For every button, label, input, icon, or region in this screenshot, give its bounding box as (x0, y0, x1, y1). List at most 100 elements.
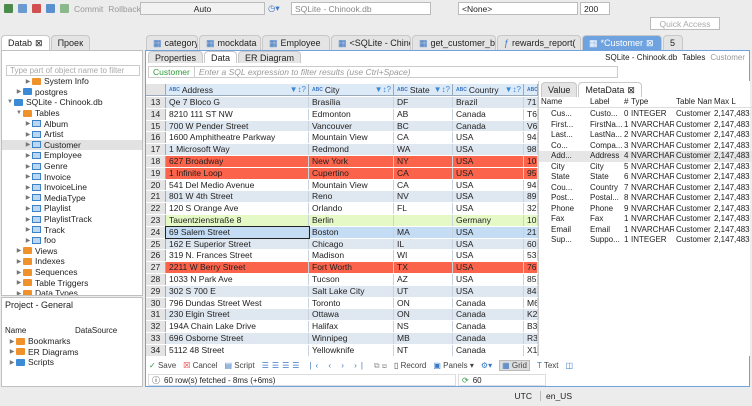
table-row[interactable]: 26 319 N. Frances Street Madison WI USA 53 (146, 250, 538, 263)
cell-postal[interactable]: M6 (524, 297, 538, 309)
editor-tab[interactable]: ƒ rewards_report( (497, 35, 581, 50)
table-row[interactable]: 22 120 S Orange Ave Orlando FL USA 32 (146, 203, 538, 215)
cell-state[interactable]: MB (394, 333, 453, 344)
cell-address[interactable]: 796 Dundas Street West (166, 297, 309, 309)
cell-country[interactable]: USA (453, 226, 524, 238)
cell-state[interactable]: WI (394, 250, 453, 262)
cell-city[interactable]: Reno (309, 191, 394, 203)
cell-address[interactable]: 541 Del Medio Avenue (166, 179, 309, 191)
metadata-row[interactable]: Last... LastNa... 2 NVARCHAR Customer 2,147,4… (539, 130, 752, 141)
collapsed-arrow-icon[interactable]: ▶ (15, 269, 23, 276)
close-icon[interactable]: ⊠ (646, 38, 654, 49)
tab-projects[interactable]: Проек (50, 35, 91, 50)
cell-state[interactable]: ON (394, 297, 453, 309)
cell-postal[interactable]: 95 (524, 167, 538, 179)
collapsed-arrow-icon[interactable]: ▶ (24, 184, 32, 191)
cell-postal[interactable]: 94 (524, 132, 538, 144)
collapsed-arrow-icon[interactable]: ▶ (24, 173, 32, 180)
cell-address[interactable]: Tauentzienstraße 8 (166, 215, 309, 226)
row-number[interactable]: 32 (146, 321, 166, 332)
tree-item[interactable]: ▶ MediaType (2, 193, 142, 204)
tree-item[interactable]: ▶ System Info (2, 76, 142, 87)
row-number[interactable]: 23 (146, 215, 166, 226)
table-row[interactable]: 20 541 Del Medio Avenue Mountain View CA USA… (146, 179, 538, 192)
collapsed-arrow-icon[interactable]: ▶ (15, 290, 23, 295)
tab-value[interactable]: Value (541, 82, 578, 97)
column-header-city[interactable]: ABC City ▼↕? (309, 84, 394, 95)
cell-country[interactable]: Canada (453, 120, 524, 132)
refresh-icon[interactable]: ⟳ (462, 376, 469, 385)
expanded-arrow-icon[interactable]: ▼ (6, 99, 14, 105)
cell-country[interactable]: Canada (453, 309, 524, 321)
tree-item[interactable]: ▶ Employee (2, 150, 142, 161)
metadata-row[interactable]: State State 6 NVARCHAR Customer 2,147,483 (539, 172, 752, 183)
table-row[interactable]: 24 69 Salem Street Boston MA USA 21 (146, 225, 538, 239)
cell-postal[interactable]: X1 (524, 344, 538, 356)
results-grid[interactable]: 13 Qe 7 Bloco G Brasília DF Brazil 71 14 8210 1… (146, 97, 538, 357)
tree-item[interactable]: ▶ Data Types (2, 288, 142, 295)
cell-state[interactable]: IL (394, 238, 453, 250)
filter-sort-icon[interactable]: ▼↕? (375, 85, 393, 94)
cell-country[interactable]: Brazil (453, 97, 524, 108)
cell-country[interactable]: USA (453, 262, 524, 273)
cancel-button[interactable]: ☒ Cancel (183, 361, 217, 370)
collapsed-arrow-icon[interactable]: ▶ (8, 348, 16, 355)
tree-item[interactable]: ▶ Artist (2, 129, 142, 140)
cell-address[interactable]: 319 N. Frances Street (166, 250, 309, 262)
row-number[interactable]: 33 (146, 333, 166, 344)
close-icon[interactable]: ⊠ (627, 85, 635, 96)
cell-state[interactable]: FL (394, 203, 453, 214)
cell-country[interactable]: Canada (453, 108, 524, 120)
metadata-row[interactable]: City City 5 NVARCHAR Customer 2,147,483 (539, 162, 752, 173)
tab-properties[interactable]: Properties (148, 51, 204, 63)
navigator-filter-input[interactable]: Type part of object name to filter (6, 65, 140, 76)
rollback-button[interactable]: Rollback (108, 4, 141, 14)
editor-tab[interactable]: ▦ <SQLite - Chino (331, 35, 411, 50)
expanded-arrow-icon[interactable]: ▼ (15, 110, 23, 116)
cell-address[interactable]: 1 Infinite Loop (166, 167, 309, 179)
sql-editor-icon[interactable] (46, 4, 55, 13)
cell-city[interactable]: Ottawa (309, 309, 394, 321)
tree-item[interactable]: ▶ Playlist (2, 203, 142, 214)
row-number[interactable]: 26 (146, 250, 166, 262)
table-row[interactable]: 27 2211 W Berry Street Fort Worth TX USA 76 (146, 262, 538, 274)
cell-address[interactable]: 1600 Amphitheatre Parkway (166, 132, 309, 144)
cell-postal[interactable]: 10 (524, 215, 538, 226)
cell-country[interactable]: USA (453, 191, 524, 203)
editor-tab[interactable]: ▦ *Customer ⊠ (582, 35, 662, 50)
cell-state[interactable]: NV (394, 191, 453, 203)
filter-sort-icon[interactable]: ▼↕? (290, 85, 308, 94)
tree-item[interactable]: ▶ Customer (2, 139, 142, 151)
cell-country[interactable]: USA (453, 167, 524, 179)
filter-input[interactable]: Enter a SQL expression to filter results… (195, 67, 411, 77)
table-row[interactable]: 23 Tauentzienstraße 8 Berlin Germany 10 (146, 215, 538, 227)
cell-city[interactable]: Halifax (309, 321, 394, 332)
cell-state[interactable]: AZ (394, 274, 453, 285)
cell-country[interactable]: Canada (453, 297, 524, 309)
metadata-row[interactable]: Post... Postal... 8 NVARCHAR Customer 2,147,4… (539, 193, 752, 204)
grid-view-button[interactable]: ▦ Grid (499, 360, 530, 371)
cell-postal[interactable]: 94 (524, 179, 538, 191)
table-row[interactable]: 15 700 W Pender Street Vancouver BC Canada V6 (146, 120, 538, 133)
collapsed-arrow-icon[interactable]: ▶ (24, 78, 32, 85)
cell-address[interactable]: Qe 7 Bloco G (166, 97, 309, 108)
collapsed-arrow-icon[interactable]: ▶ (24, 216, 32, 223)
cell-city[interactable]: Vancouver (309, 120, 394, 132)
row-number[interactable]: 16 (146, 132, 166, 144)
cell-address[interactable]: 627 Broadway (166, 156, 309, 167)
cell-country[interactable]: USA (453, 203, 524, 214)
save-button[interactable]: ✓ Save (149, 361, 176, 370)
disconnect-icon[interactable] (18, 4, 27, 13)
collapsed-arrow-icon[interactable]: ▶ (15, 258, 23, 265)
cell-postal[interactable]: 32 (524, 203, 538, 214)
cell-city[interactable]: Redmond (309, 144, 394, 155)
table-row[interactable]: 34 5112 48 Street Yellowknife NT Canada X1 (146, 344, 538, 357)
schema-selector[interactable]: <None> (458, 2, 578, 15)
table-row[interactable]: 19 1 Infinite Loop Cupertino CA USA 95 (146, 167, 538, 180)
cell-city[interactable]: Fort Worth (309, 262, 394, 273)
cell-address[interactable]: 8210 111 ST NW (166, 108, 309, 120)
row-number[interactable]: 13 (146, 97, 166, 108)
cell-country[interactable]: USA (453, 250, 524, 262)
cell-state[interactable]: CA (394, 167, 453, 179)
collapsed-arrow-icon[interactable]: ▶ (15, 247, 23, 254)
